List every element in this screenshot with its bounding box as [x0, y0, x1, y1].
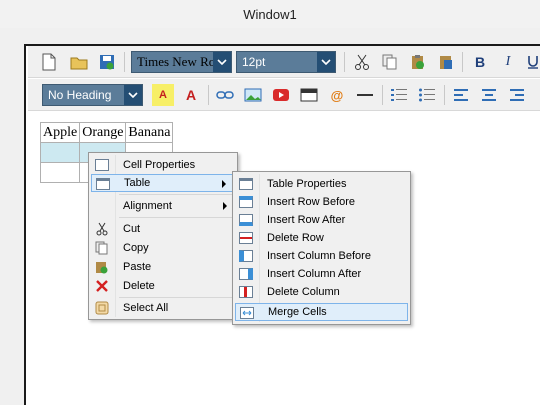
menu-item-cell-properties[interactable]: Cell Properties: [91, 156, 235, 174]
chevron-down-icon: [317, 52, 335, 72]
paste-icon: [94, 259, 110, 275]
menu-item-insert-column-before[interactable]: Insert Column Before: [235, 247, 408, 265]
submenu-arrow-icon: [223, 202, 227, 210]
table-properties-icon: [238, 176, 254, 192]
table-cell[interactable]: Apple: [39, 122, 81, 143]
video-icon[interactable]: [270, 84, 292, 106]
menu-item-alignment[interactable]: Alignment: [91, 197, 235, 215]
chevron-down-icon: [124, 85, 142, 105]
delete-row-icon: [238, 230, 254, 246]
new-document-icon[interactable]: [38, 51, 60, 73]
delete-column-icon: [238, 284, 254, 300]
menu-item-select-all[interactable]: Select All: [91, 299, 235, 317]
image-icon[interactable]: [242, 84, 264, 106]
menu-separator: [119, 194, 235, 195]
menu-item-insert-row-before[interactable]: Insert Row Before: [235, 193, 408, 211]
table-cell[interactable]: [39, 142, 81, 163]
cut-icon: [94, 221, 110, 237]
align-left-icon[interactable]: [450, 84, 472, 106]
italic-button[interactable]: I: [497, 51, 519, 73]
toolbar-top: Times New Roman 12pt B I: [28, 46, 540, 78]
toolbar-separator: [124, 52, 125, 72]
bold-button[interactable]: B: [469, 51, 491, 73]
table-insert-icon[interactable]: [298, 84, 320, 106]
table-submenu: Table Properties Insert Row Before Inser…: [232, 171, 411, 325]
bullet-list-icon[interactable]: [416, 84, 438, 106]
title-bar: Window1: [0, 0, 540, 28]
toolbar-separator: [462, 52, 463, 72]
font-family-select[interactable]: Times New Roman: [131, 51, 232, 73]
menu-item-cut[interactable]: Cut: [91, 220, 235, 238]
toolbar-separator: [382, 85, 383, 105]
toolbar-bottom: No Heading A A @: [28, 79, 540, 111]
numbered-list-icon[interactable]: [388, 84, 410, 106]
menu-separator: [119, 297, 235, 298]
paste-special-icon[interactable]: [435, 51, 457, 73]
menu-item-delete[interactable]: Delete: [91, 277, 235, 295]
font-color-button[interactable]: A: [180, 84, 202, 106]
insert-column-after-icon: [238, 266, 254, 282]
horizontal-rule-icon[interactable]: [354, 84, 376, 106]
underline-button[interactable]: [522, 51, 540, 73]
menu-item-delete-row[interactable]: Delete Row: [235, 229, 408, 247]
toolbar-separator: [444, 85, 445, 105]
select-all-icon: [94, 300, 110, 316]
cut-icon[interactable]: [351, 51, 373, 73]
heading-select[interactable]: No Heading: [42, 84, 143, 106]
table-row: Apple Orange Banana: [39, 122, 174, 143]
align-right-icon[interactable]: [506, 84, 528, 106]
delete-icon: [94, 278, 110, 294]
insert-column-before-icon: [238, 248, 254, 264]
menu-item-copy[interactable]: Copy: [91, 239, 235, 257]
paste-icon[interactable]: [407, 51, 429, 73]
menu-item-insert-row-after[interactable]: Insert Row After: [235, 211, 408, 229]
font-size-select[interactable]: 12pt: [236, 51, 336, 73]
menu-item-delete-column[interactable]: Delete Column: [235, 283, 408, 301]
insert-row-after-icon: [238, 212, 254, 228]
copy-icon[interactable]: [379, 51, 401, 73]
menu-separator: [119, 217, 235, 218]
cell-properties-icon: [94, 157, 110, 173]
insert-row-before-icon: [238, 194, 254, 210]
menu-item-table[interactable]: Table: [91, 174, 235, 192]
menu-item-table-properties[interactable]: Table Properties: [235, 175, 408, 193]
context-menu: Cell Properties Table Alignment Cut Copy…: [88, 152, 238, 320]
highlight-button[interactable]: A: [152, 84, 174, 106]
toolbar-separator: [208, 85, 209, 105]
align-center-icon[interactable]: [478, 84, 500, 106]
submenu-arrow-icon: [222, 180, 226, 188]
toolbar-separator: [344, 52, 345, 72]
table-cell[interactable]: [39, 162, 81, 183]
save-icon[interactable]: [96, 51, 118, 73]
copy-icon: [94, 240, 110, 256]
email-button[interactable]: @: [326, 84, 348, 106]
menu-item-insert-column-after[interactable]: Insert Column After: [235, 265, 408, 283]
table-cell[interactable]: Orange: [79, 122, 127, 143]
menu-item-merge-cells[interactable]: Merge Cells: [235, 303, 408, 321]
merge-cells-icon: [239, 305, 255, 321]
open-folder-icon[interactable]: [68, 51, 90, 73]
menu-item-paste[interactable]: Paste: [91, 258, 235, 276]
table-cell[interactable]: Banana: [125, 122, 174, 143]
chevron-down-icon: [213, 52, 231, 72]
link-icon[interactable]: [214, 84, 236, 106]
table-icon: [95, 176, 111, 192]
window-title: Window1: [243, 7, 297, 22]
